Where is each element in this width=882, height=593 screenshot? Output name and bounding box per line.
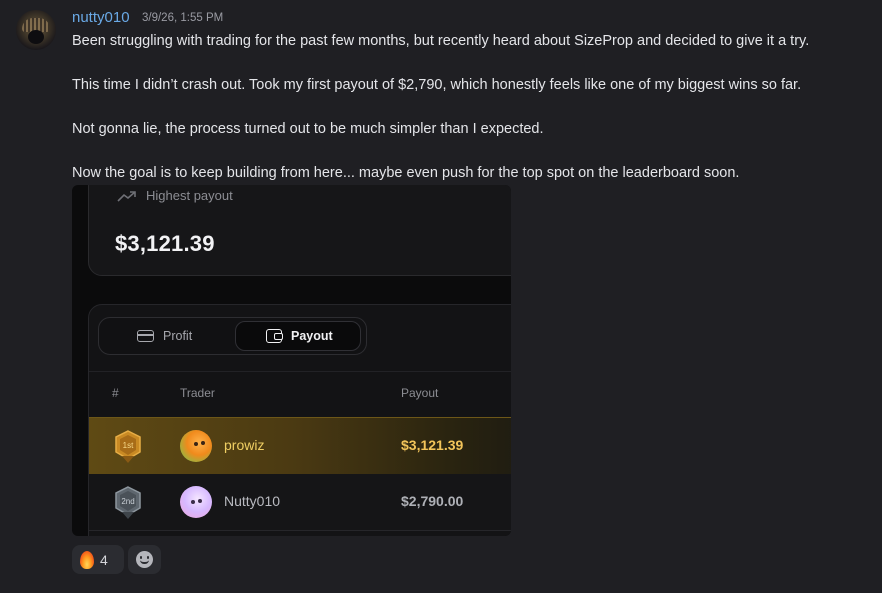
header-trader: Trader: [180, 386, 215, 400]
header-payout: Payout: [401, 386, 439, 400]
fire-reaction-button[interactable]: 4: [72, 545, 124, 574]
attached-image[interactable]: Highest payout $3,121.39 Profit Payout #…: [72, 185, 511, 536]
rank-label: 2nd: [121, 497, 134, 506]
message-line: Been struggling with trading for the pas…: [72, 33, 810, 49]
message-line: Not gonna lie, the process turned out to…: [72, 121, 544, 137]
leaderboard-card: Profit Payout # Trader Payout 1st prowiz…: [88, 304, 511, 536]
wallet-icon: [266, 329, 283, 343]
reaction-count: 4: [100, 551, 108, 568]
tab-profit-label: Profit: [163, 329, 193, 343]
table-row[interactable]: 2nd Nutty010 $2,790.00: [89, 474, 511, 531]
leaderboard-tabs: Profit Payout: [98, 317, 367, 355]
message-line: Now the goal is to keep building from he…: [72, 165, 740, 181]
credit-card-icon: [137, 330, 154, 342]
trending-up-icon: [117, 191, 136, 202]
highest-payout-card: Highest payout $3,121.39: [88, 185, 511, 276]
fire-icon: [80, 550, 94, 569]
username[interactable]: nutty010: [72, 9, 130, 26]
add-reaction-icon: [136, 551, 153, 568]
trader-avatar: [180, 430, 212, 462]
trader-payout: $2,790.00: [401, 493, 464, 509]
tab-payout[interactable]: Payout: [235, 321, 361, 351]
trader-payout: $3,121.39: [401, 437, 464, 453]
trader-name: prowiz: [224, 437, 265, 453]
trader-avatar: [180, 486, 212, 518]
tab-payout-label: Payout: [291, 329, 333, 343]
user-avatar[interactable]: [16, 10, 56, 50]
table-row[interactable]: 1st prowiz $3,121.39: [89, 417, 511, 475]
gold-medal-icon: 1st: [115, 430, 141, 463]
header-rank: #: [112, 386, 119, 400]
table-header: # Trader Payout: [89, 371, 511, 418]
highest-payout-value: $3,121.39: [115, 231, 215, 256]
highest-payout-label: Highest payout: [146, 188, 233, 203]
tab-profit[interactable]: Profit: [125, 321, 245, 351]
trader-name: Nutty010: [224, 493, 281, 509]
add-reaction-button[interactable]: [128, 545, 161, 574]
message-line: This time I didn’t crash out. Took my fi…: [72, 77, 802, 93]
message-timestamp: 3/9/26, 1:55 PM: [142, 12, 224, 24]
rank-label: 1st: [123, 441, 134, 450]
silver-medal-icon: 2nd: [115, 486, 141, 519]
